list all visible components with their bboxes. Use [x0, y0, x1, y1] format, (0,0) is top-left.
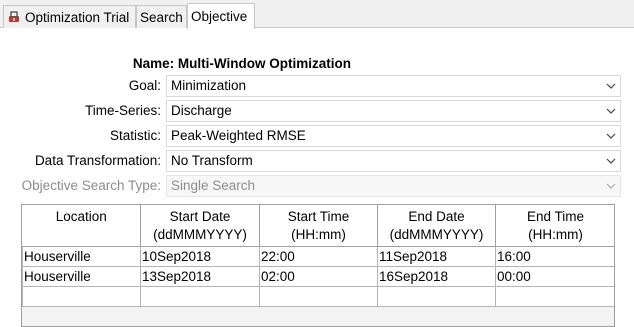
- statistic-select[interactable]: Peak-Weighted RMSE: [166, 125, 621, 147]
- transformation-label: Data Transformation:: [34, 153, 161, 168]
- chevron-down-icon: [606, 183, 616, 189]
- chevron-down-icon: [606, 133, 616, 139]
- cell-end-time[interactable]: 00:00: [495, 265, 614, 287]
- tab-search[interactable]: Search: [136, 5, 187, 28]
- tab-optimization-trial[interactable]: Optimization Trial: [3, 5, 136, 28]
- search-type-label: Objective Search Type:: [21, 178, 161, 193]
- tab-label: Optimization Trial: [25, 9, 130, 25]
- column-header-end-date[interactable]: End Date (ddMMMYYYY): [377, 205, 496, 247]
- chevron-down-icon: [606, 158, 616, 164]
- column-header-location[interactable]: Location: [22, 205, 141, 247]
- objective-panel: Name: Multi-Window Optimization Goal: Mi…: [0, 28, 634, 327]
- chevron-down-icon: [606, 83, 616, 89]
- search-type-row: Objective Search Type: Single Search: [0, 175, 634, 197]
- statistic-value: Peak-Weighted RMSE: [171, 128, 306, 143]
- name-value: Multi-Window Optimization: [177, 56, 351, 71]
- goal-select[interactable]: Minimization: [166, 75, 621, 97]
- column-header-start-time[interactable]: Start Time (HH:mm): [259, 205, 378, 247]
- search-type-select: Single Search: [166, 175, 621, 197]
- cell-location[interactable]: Houserville: [22, 245, 141, 267]
- trial-wrench-icon: [9, 11, 19, 22]
- cell-start-date[interactable]: 13Sep2018: [140, 265, 260, 287]
- tab-objective[interactable]: Objective: [187, 3, 255, 29]
- time-window-table[interactable]: Location Start Date (ddMMMYYYY) Start Tim…: [21, 204, 615, 327]
- chevron-down-icon: [606, 108, 616, 114]
- search-type-value: Single Search: [171, 178, 256, 193]
- tab-label: Search: [140, 9, 183, 25]
- time-series-row: Time-Series: Discharge: [0, 100, 634, 122]
- table-row[interactable]: [22, 285, 614, 307]
- cell-start-time[interactable]: 02:00: [259, 265, 378, 287]
- cell-location[interactable]: [22, 285, 141, 307]
- cell-location[interactable]: Houserville: [22, 265, 141, 287]
- transformation-value: No Transform: [171, 153, 253, 168]
- tab-label: Objective: [191, 9, 248, 24]
- cell-start-time[interactable]: [259, 285, 378, 307]
- time-series-label: Time-Series:: [84, 103, 161, 118]
- transformation-row: Data Transformation: No Transform: [0, 150, 634, 172]
- table-header-row: Location Start Date (ddMMMYYYY) Start Tim…: [22, 205, 614, 247]
- cell-start-date[interactable]: 10Sep2018: [140, 245, 260, 267]
- name-row: Name: Multi-Window Optimization: [0, 53, 634, 75]
- cell-end-date[interactable]: [377, 285, 496, 307]
- column-header-start-date[interactable]: Start Date (ddMMMYYYY): [140, 205, 260, 247]
- table-row[interactable]: Houserville 10Sep2018 22:00 11Sep2018 16…: [22, 245, 614, 267]
- cell-start-date[interactable]: [140, 285, 260, 307]
- time-series-select[interactable]: Discharge: [166, 100, 621, 122]
- tab-bar: Optimization Trial Search Objective: [0, 0, 634, 29]
- column-header-end-time[interactable]: End Time (HH:mm): [495, 205, 614, 247]
- goal-label: Goal:: [128, 78, 161, 93]
- cell-start-time[interactable]: 22:00: [259, 245, 378, 267]
- cell-end-date[interactable]: 11Sep2018: [377, 245, 496, 267]
- goal-value: Minimization: [171, 78, 247, 93]
- name-label: Name:: [132, 56, 175, 71]
- goal-row: Goal: Minimization: [0, 75, 634, 97]
- cell-end-time[interactable]: [495, 285, 614, 307]
- cell-end-date[interactable]: 16Sep2018: [377, 265, 496, 287]
- transformation-select[interactable]: No Transform: [166, 150, 621, 172]
- objective-name: Name: Multi-Window Optimization: [0, 53, 351, 75]
- statistic-row: Statistic: Peak-Weighted RMSE: [0, 125, 634, 147]
- statistic-label: Statistic:: [109, 128, 161, 143]
- table-row[interactable]: Houserville 13Sep2018 02:00 16Sep2018 00…: [22, 265, 614, 287]
- cell-end-time[interactable]: 16:00: [495, 245, 614, 267]
- time-series-value: Discharge: [171, 103, 232, 118]
- time-window-grid: Location Start Date (ddMMMYYYY) Start Tim…: [22, 205, 614, 307]
